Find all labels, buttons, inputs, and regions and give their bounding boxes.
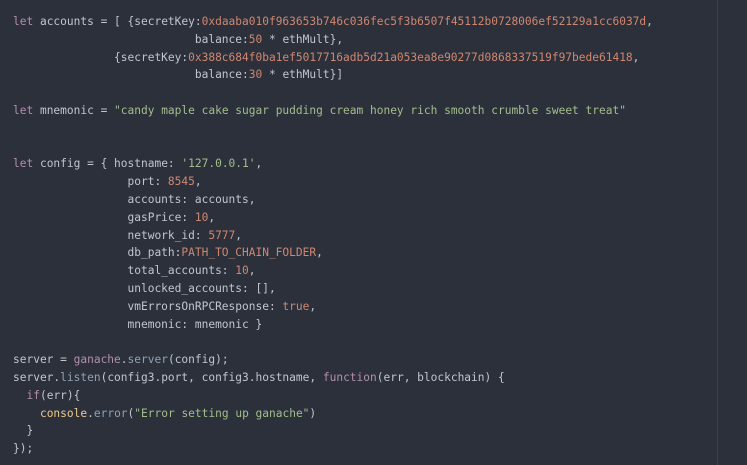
code-token: if (26, 388, 40, 402)
code-text-area[interactable]: let accounts = [ {secretKey:0xdaaba010f9… (13, 13, 653, 458)
code-token: vmErrorsOnRPCResponse: (13, 299, 283, 313)
code-line: db_path:PATH_TO_CHAIN_FOLDER, (13, 244, 653, 262)
code-line: total_accounts: 10, (13, 262, 653, 280)
code-token: , (316, 246, 323, 260)
code-token: "Error setting up ganache" (134, 406, 310, 420)
code-line: } (13, 422, 653, 440)
code-line: unlocked_accounts: [], (13, 280, 653, 298)
code-line: server = ganache.server(config); (13, 351, 653, 369)
code-token: . (87, 406, 94, 420)
code-token: }); (13, 442, 34, 456)
code-token: console (39, 406, 88, 420)
code-line: gasPrice: 10, (13, 209, 653, 227)
code-token: (err, blockchain) { (376, 370, 505, 384)
code-token: (config3.port, config3.hostname, (100, 370, 323, 384)
code-line: }); (13, 440, 653, 458)
code-line: let accounts = [ {secretKey:0xdaaba010f9… (13, 13, 653, 31)
code-token: 10 (194, 210, 209, 224)
code-line: ​ (13, 120, 653, 138)
code-line: if(err){ (13, 387, 653, 405)
code-line: port: 8545, (13, 173, 653, 191)
code-line: balance:50 * ethMult}, (13, 31, 653, 49)
code-token: accounts = [ {secretKey: (33, 15, 202, 28)
code-token: (err){ (39, 388, 81, 402)
code-token: , (632, 50, 640, 64)
code-token: function (322, 370, 377, 384)
code-token: let (13, 157, 34, 171)
code-token: 0x388c684f0ba1ef5017716adb5d21a053ea8e90… (188, 50, 633, 64)
code-token: gasPrice: (13, 210, 195, 224)
code-line: console.error("Error setting up ganache"… (13, 405, 653, 423)
code-line: ​ (13, 333, 653, 351)
code-token: 10 (235, 264, 249, 278)
code-token: . (120, 353, 128, 367)
code-line: mnemonic: mnemonic } (13, 316, 653, 334)
code-line: ​ (13, 138, 653, 156)
code-token: true (282, 299, 310, 313)
code-token: 50 (248, 32, 263, 46)
code-token: '127.0.0.1' (181, 157, 256, 171)
code-token: accounts: accounts, (13, 192, 256, 206)
code-line: let config = { hostname: '127.0.0.1', (13, 155, 653, 173)
code-token: total_accounts: (13, 264, 236, 278)
code-token: , (248, 264, 256, 278)
code-token: * ethMult}] (262, 68, 344, 82)
code-token: 0xdaaba010f963653b746c036fec5f3b6507f451… (201, 15, 647, 28)
code-line: ​ (13, 84, 653, 102)
code-token: * ethMult}, (262, 32, 344, 46)
code-token: server = (13, 353, 74, 367)
code-token: (config); (167, 353, 229, 367)
code-token: mnemonic: mnemonic } (13, 317, 263, 331)
wrap-guide (717, 0, 718, 465)
code-line: server.listen(config3.port, config3.host… (13, 369, 653, 387)
code-token: , (235, 228, 243, 242)
code-token: , (646, 15, 653, 28)
code-token: error (93, 406, 128, 420)
code-editor[interactable]: let accounts = [ {secretKey:0xdaaba010f9… (0, 0, 747, 465)
code-token: , (208, 210, 216, 224)
code-token: db_path: (13, 246, 182, 260)
code-token: server. (13, 370, 61, 384)
code-line: vmErrorsOnRPCResponse: true, (13, 298, 653, 316)
code-token: balance: (13, 32, 249, 46)
code-token: mnemonic = (33, 103, 115, 117)
code-token: ) (309, 406, 317, 420)
code-token: network_id: (13, 228, 209, 242)
code-token: 5777 (208, 228, 236, 242)
code-token: let (13, 103, 34, 117)
code-token: PATH_TO_CHAIN_FOLDER (181, 246, 317, 260)
code-line: accounts: accounts, (13, 191, 653, 209)
code-token: , (255, 157, 263, 171)
code-token: } (13, 424, 34, 438)
code-token: config = { hostname: (33, 157, 182, 171)
code-token: listen (60, 370, 101, 384)
code-line: balance:30 * ethMult}] (13, 66, 653, 84)
code-token: , (194, 175, 202, 189)
code-line: let mnemonic = "candy maple cake sugar p… (13, 102, 653, 120)
code-line: {secretKey:0x388c684f0ba1ef5017716adb5d2… (13, 49, 653, 67)
code-token: port: (13, 175, 168, 189)
code-token: let (13, 15, 34, 28)
code-token: 8545 (167, 175, 195, 189)
code-token: unlocked_accounts: [], (13, 281, 276, 295)
code-token: ganache (73, 353, 121, 367)
code-token: balance: (13, 68, 249, 82)
code-token: 30 (248, 68, 263, 82)
code-token: server (127, 353, 168, 367)
code-token: "candy maple cake sugar pudding cream ho… (114, 103, 626, 117)
code-token: , (309, 299, 317, 313)
code-line: network_id: 5777, (13, 227, 653, 245)
code-token: {secretKey: (13, 50, 189, 64)
